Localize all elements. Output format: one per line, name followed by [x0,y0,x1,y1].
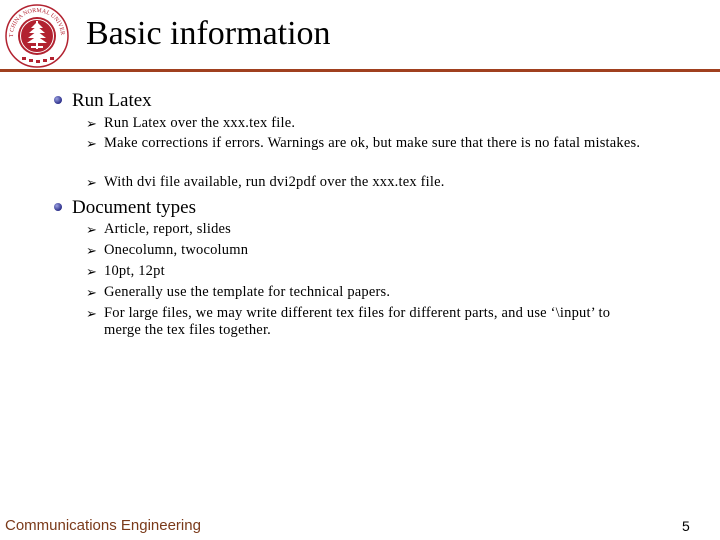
arrow-bullet-icon: ➢ [86,222,98,237]
list-item: ➢ With dvi file available, run dvi2pdf o… [86,174,445,190]
arrow-bullet-icon: ➢ [86,116,98,131]
list-item: ➢ Article, report, slides [86,221,232,237]
arrow-bullet-icon: ➢ [86,264,98,279]
header-divider [0,69,720,72]
list-item: ➢ For large files, we may write differen… [86,305,611,338]
list-item: ➢ Onecolumn, twocolumn [86,242,249,258]
university-seal-icon: EAST CHINA NORMAL UNIVERSITY [2,0,69,68]
arrow-bullet-icon: ➢ [86,306,98,321]
slide-title: Basic information [86,15,331,52]
page-number: 5 [682,518,690,534]
bullet-dot-icon [54,203,62,211]
arrow-bullet-icon: ➢ [86,285,98,300]
footer-course-name: Communications Engineering [5,517,201,534]
bullet-dot-icon [54,96,62,104]
list-item: ➢ 10pt, 12pt [86,263,165,279]
list-item: ➢ Make corrections if errors. Warnings a… [86,135,641,151]
arrow-bullet-icon: ➢ [86,136,98,151]
section-heading: Document types [72,197,197,218]
list-item: ➢ Run Latex over the xxx.tex file. [86,115,296,131]
university-logo: EAST CHINA NORMAL UNIVERSITY [2,0,70,69]
arrow-bullet-icon: ➢ [86,243,98,258]
arrow-bullet-icon: ➢ [86,175,98,190]
section-heading: Run Latex [72,90,152,111]
list-item: ➢ Generally use the template for technic… [86,284,391,300]
